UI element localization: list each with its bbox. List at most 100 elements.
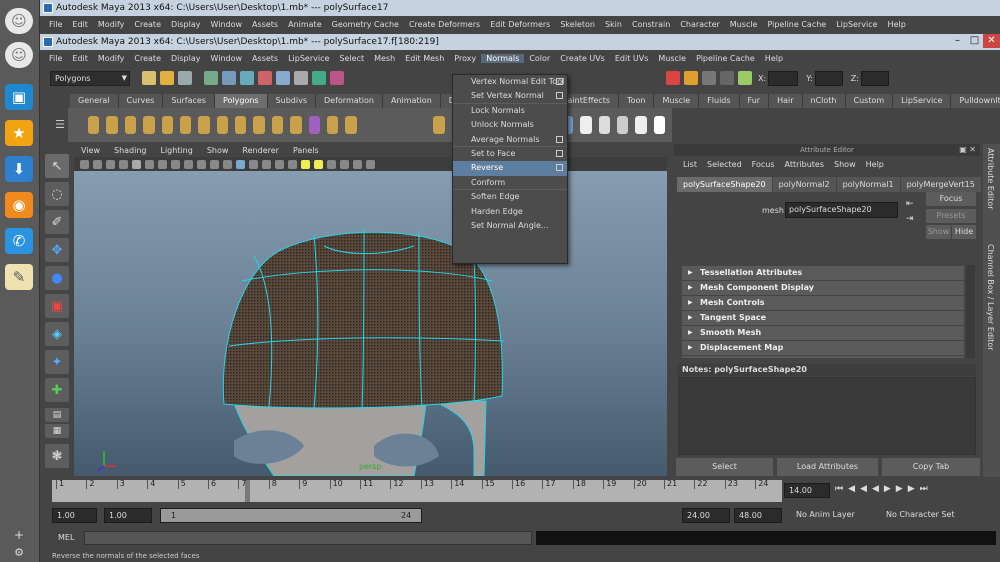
menu-skin[interactable]: Skin — [600, 20, 627, 29]
menu-modify[interactable]: Modify — [93, 20, 130, 29]
attr-tab-polymergevert15[interactable]: polyMergeVert15 — [900, 177, 981, 192]
section-tangent-space[interactable]: Tangent Space — [682, 311, 964, 325]
scale-tool-icon[interactable]: ▣ — [45, 294, 69, 318]
points-icon[interactable] — [275, 159, 284, 169]
shelf-tab-lipservice[interactable]: LipService — [893, 94, 952, 108]
smile-icon[interactable]: ☺ — [5, 42, 33, 68]
cube-icon[interactable] — [106, 116, 118, 134]
camera-attr-icon[interactable] — [93, 159, 102, 169]
xray-joints-icon[interactable] — [366, 159, 375, 169]
viewport-menu-shading[interactable]: Shading — [107, 146, 154, 155]
menu-window[interactable]: Window — [206, 54, 248, 63]
menu-item-harden-edge[interactable]: Harden Edge — [453, 205, 567, 219]
new-scene-icon[interactable] — [142, 71, 156, 85]
bookmark-icon[interactable] — [106, 159, 115, 169]
shelf-tab-hair[interactable]: Hair — [769, 94, 803, 108]
smooth-shade-icon[interactable] — [236, 159, 245, 169]
helix-icon[interactable] — [253, 116, 265, 134]
menu-muscle[interactable]: Muscle — [653, 54, 691, 63]
menu-file[interactable]: File — [44, 54, 67, 63]
menu-modify[interactable]: Modify — [93, 54, 130, 63]
maya-dock-icon[interactable]: ▣ — [5, 84, 33, 110]
section-mesh-component-display[interactable]: Mesh Component Display — [682, 281, 964, 295]
option-box-icon[interactable] — [556, 92, 563, 100]
x-field[interactable] — [768, 70, 799, 86]
viewport-menu-panels[interactable]: Panels — [286, 146, 326, 155]
torus-icon[interactable] — [179, 116, 192, 134]
shelf-tab-polygons[interactable]: Polygons — [214, 94, 268, 108]
menu-geometry-cache[interactable]: Geometry Cache — [327, 20, 404, 29]
snap-icon[interactable] — [258, 71, 272, 85]
minimize-icon[interactable]: – — [949, 34, 966, 48]
shelf-menu-icon[interactable]: ☰ — [52, 110, 68, 140]
option-box-icon[interactable] — [556, 135, 563, 143]
star-icon[interactable]: ★ — [5, 120, 33, 146]
soccer-ball-icon[interactable] — [271, 116, 284, 134]
layout-icon[interactable]: ▦ — [45, 424, 69, 438]
menu-assets[interactable]: Assets — [247, 20, 283, 29]
command-input[interactable] — [84, 531, 532, 545]
save-scene-icon[interactable] — [178, 71, 192, 85]
shelf-tab-toon[interactable]: Toon — [619, 94, 655, 108]
notes-field[interactable] — [678, 377, 976, 455]
camera-icon[interactable] — [80, 159, 89, 169]
move-tool-icon[interactable]: ✥ — [45, 238, 69, 262]
attribute-editor-side-tab[interactable]: Attribute Editor — [986, 148, 995, 210]
safe-action-icon[interactable] — [197, 159, 206, 169]
viewport-panel[interactable]: View Shading Lighting Show Renderer Panels — [74, 144, 667, 476]
film-gate-icon[interactable] — [145, 159, 154, 169]
section-mesh-controls[interactable]: Mesh Controls — [682, 296, 964, 310]
notepad-icon[interactable]: ✎ — [5, 264, 33, 290]
menu-create[interactable]: Create — [129, 54, 166, 63]
menu-pipeline-cache[interactable]: Pipeline Cache — [691, 54, 760, 63]
ipr-render-icon[interactable] — [684, 71, 698, 85]
open-scene-icon[interactable] — [160, 71, 174, 85]
shelf-tab-surfaces[interactable]: Surfaces — [163, 94, 215, 108]
y-field[interactable] — [814, 70, 843, 86]
viewport-menu-view[interactable]: View — [74, 146, 107, 155]
select-object-icon[interactable] — [222, 71, 236, 85]
attr-tab-polynormal1[interactable]: polyNormal1 — [836, 177, 900, 192]
select-button[interactable]: Select — [676, 458, 773, 476]
isolate-icon[interactable] — [340, 159, 349, 169]
mesh-field[interactable]: polySurfaceShape20 — [785, 202, 898, 218]
menu-skeleton[interactable]: Skeleton — [555, 20, 600, 29]
wireframe-icon[interactable] — [223, 159, 232, 169]
checker-icon[interactable] — [616, 116, 629, 134]
hypershade-icon[interactable] — [720, 71, 734, 85]
menu-select[interactable]: Select — [334, 54, 369, 63]
lasso-tool-icon[interactable]: ◌ — [45, 182, 69, 206]
checker-icon[interactable] — [580, 116, 592, 134]
menu-normals[interactable]: Normals — [481, 54, 525, 63]
menu-create[interactable]: Create — [129, 20, 166, 29]
copy-tab-button[interactable]: Copy Tab — [882, 458, 980, 476]
settings-icon[interactable]: ⚙ — [5, 545, 33, 559]
flat-shade-icon[interactable] — [249, 159, 258, 169]
resolution-gate-icon[interactable] — [158, 159, 167, 169]
combine-icon[interactable] — [308, 116, 320, 134]
playback-controls[interactable]: ⏮◀◀◀▶▶▶⏭ — [835, 484, 933, 494]
shelf-tab-fur[interactable]: Fur — [739, 94, 770, 108]
image-plane-icon[interactable] — [119, 159, 128, 169]
attr-menu-show[interactable]: Show — [829, 160, 861, 169]
shelf-tab-deformation[interactable]: Deformation — [316, 94, 383, 108]
viewport-menu-show[interactable]: Show — [200, 146, 236, 155]
option-box-icon[interactable] — [556, 149, 563, 157]
load-attributes-button[interactable]: Load Attributes — [777, 458, 878, 476]
menu-help[interactable]: Help — [883, 20, 911, 29]
playback-start-field[interactable]: 1.00 — [104, 508, 152, 523]
show-button[interactable]: Show — [926, 225, 951, 239]
platonic-icon[interactable] — [290, 116, 302, 134]
option-box-icon[interactable] — [556, 164, 563, 172]
playback-end-field[interactable]: 24.00 — [682, 508, 730, 523]
section-smooth-mesh[interactable]: Smooth Mesh — [682, 326, 964, 340]
snap-curve-icon[interactable] — [276, 71, 290, 85]
viewport-menu-lighting[interactable]: Lighting — [153, 146, 199, 155]
shelf-tab-ncloth[interactable]: nCloth — [802, 94, 846, 108]
time-slider[interactable]: 1 2 3 4 5 6 7 8 9 10 11 12 13 14 15 16 17 18 19 20 21 22 23 24 — [52, 479, 782, 502]
layout-icon[interactable]: ▤ — [45, 408, 69, 422]
rss-icon[interactable]: ◉ — [5, 192, 33, 218]
shelf-tab-custom[interactable]: Custom — [845, 94, 894, 108]
separate-icon[interactable] — [326, 116, 339, 134]
gate-mask-icon[interactable] — [171, 159, 180, 169]
